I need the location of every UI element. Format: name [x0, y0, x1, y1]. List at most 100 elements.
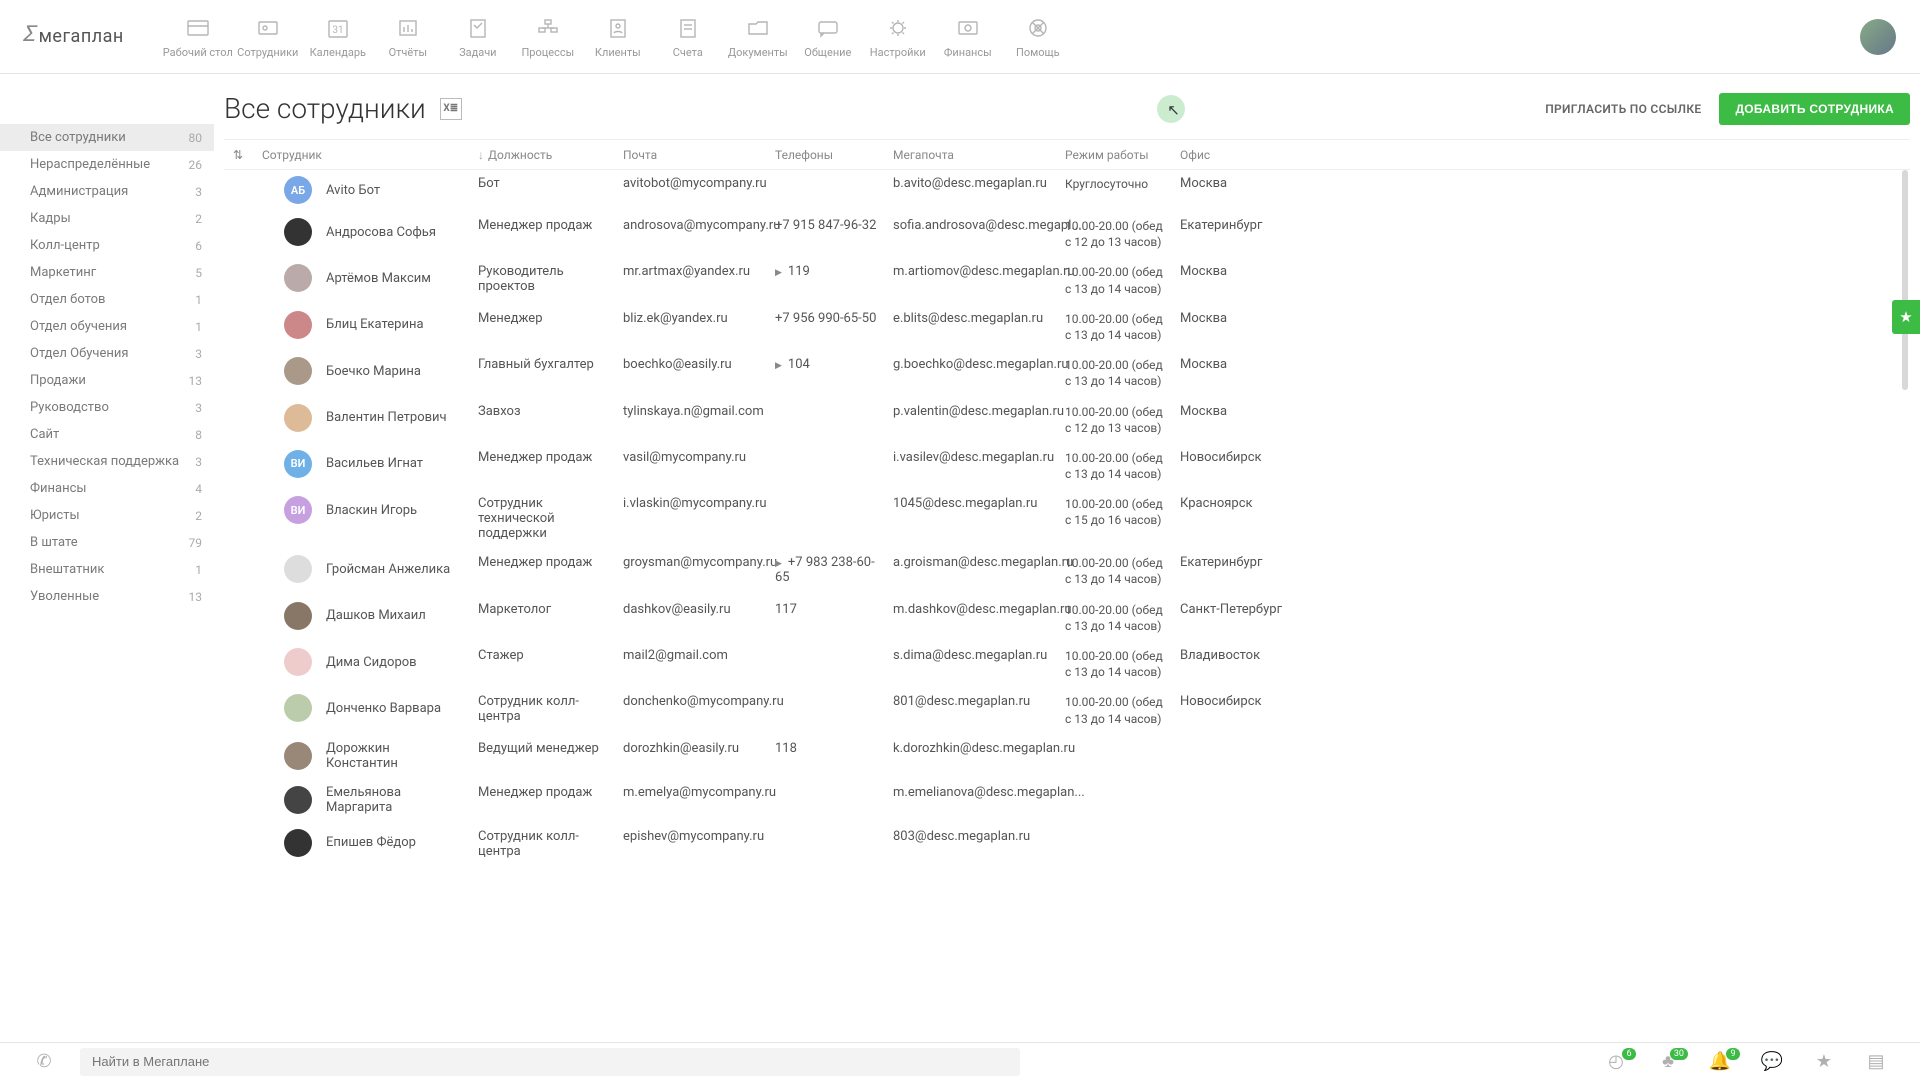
- nav-icon: [740, 14, 776, 42]
- table-row[interactable]: Донченко ВарвараСотрудник колл-центраdon…: [224, 688, 1910, 734]
- sidebar-item-label: Отдел Обучения: [30, 346, 129, 361]
- sidebar-item-label: Кадры: [30, 211, 71, 226]
- sidebar-item[interactable]: Отдел Обучения 3: [0, 340, 214, 367]
- sidebar-item[interactable]: Администрация3: [0, 178, 214, 205]
- column-megamail[interactable]: Мегапочта: [885, 148, 1057, 162]
- nav-item-1[interactable]: Сотрудники: [234, 0, 302, 74]
- notifications-bell-icon[interactable]: 🔔9: [1694, 1051, 1746, 1072]
- mail-cell: tylinskaya.n@gmail.com: [615, 404, 767, 419]
- hot-icon[interactable]: ♣30: [1642, 1051, 1694, 1072]
- megamail-cell: a.groisman@desc.megaplan.ru: [885, 555, 1057, 570]
- svg-text:31: 31: [332, 25, 343, 36]
- nav-item-10[interactable]: Настройки: [864, 0, 932, 74]
- avatar: [284, 555, 312, 583]
- vertical-scrollbar[interactable]: [1902, 170, 1908, 390]
- sidebar-item[interactable]: Маркетинг5: [0, 259, 214, 286]
- nav-item-5[interactable]: Процессы: [514, 0, 582, 74]
- table-settings-icon[interactable]: ⇅: [224, 148, 252, 162]
- avatar: [284, 311, 312, 339]
- sidebar-item-count: 3: [195, 347, 202, 361]
- sidebar-item-count: 1: [195, 320, 202, 334]
- sidebar-item[interactable]: Кадры 2: [0, 205, 214, 232]
- sidebar-item[interactable]: Нераспределённые26: [0, 151, 214, 178]
- reminders-icon[interactable]: ◴6: [1590, 1051, 1642, 1072]
- column-position[interactable]: ↓Должность: [470, 148, 615, 162]
- expand-phone-icon[interactable]: ▶: [775, 361, 782, 371]
- phone-icon[interactable]: ✆: [18, 1051, 70, 1072]
- table-row[interactable]: ВИВласкин ИгорьСотрудник технической под…: [224, 490, 1910, 549]
- expand-phone-icon[interactable]: ▶: [775, 268, 782, 278]
- sidebar-item[interactable]: Финансы4: [0, 475, 214, 502]
- expand-phone-icon[interactable]: ▶: [775, 559, 782, 569]
- sidebar-item-label: Уволенные: [30, 589, 99, 604]
- nav-item-12[interactable]: Помощь: [1004, 0, 1072, 74]
- nav-item-0[interactable]: Рабочий стол: [164, 0, 232, 74]
- column-employee[interactable]: Сотрудник: [252, 148, 470, 162]
- nav-label: Сотрудники: [237, 46, 298, 59]
- sidebar-item-label: Юристы: [30, 508, 80, 523]
- invite-by-link-button[interactable]: ПРИГЛАСИТЬ ПО ССЫЛКЕ: [1545, 102, 1701, 116]
- table-row[interactable]: Андросова СофьяМенеджер продажandrosova@…: [224, 212, 1910, 258]
- sidebar-item-label: Отдел ботов: [30, 292, 105, 307]
- sidebar-item-count: 2: [195, 212, 202, 226]
- export-excel-icon[interactable]: X≣: [440, 98, 462, 120]
- column-office[interactable]: Офис: [1172, 148, 1312, 162]
- sidebar-item[interactable]: В штате79: [0, 529, 214, 556]
- sidebar-item[interactable]: Юристы2: [0, 502, 214, 529]
- nav-item-6[interactable]: Клиенты: [584, 0, 652, 74]
- main-content: Все сотрудники X≣ ↖ ПРИГЛАСИТЬ ПО ССЫЛКЕ…: [214, 74, 1920, 1042]
- nav-item-7[interactable]: Счета: [654, 0, 722, 74]
- mail-cell: dorozhkin@easily.ru: [615, 741, 767, 756]
- table-row[interactable]: Дорожкин КонстантинВедущий менеджерdoroz…: [224, 735, 1910, 779]
- column-schedule[interactable]: Режим работы: [1057, 148, 1172, 162]
- table-row[interactable]: Артёмов МаксимРуководитель проектовmr.ar…: [224, 258, 1910, 304]
- nav-item-2[interactable]: 31Календарь: [304, 0, 372, 74]
- column-mail[interactable]: Почта: [615, 148, 767, 162]
- nav-item-11[interactable]: Финансы: [934, 0, 1002, 74]
- mail-cell: avitobot@mycompany.ru: [615, 176, 767, 191]
- sidebar-item[interactable]: Колл-центр6: [0, 232, 214, 259]
- table-row[interactable]: ВИВасильев ИгнатМенеджер продажvasil@myc…: [224, 444, 1910, 490]
- table-row[interactable]: Валентин ПетровичЗавхозtylinskaya.n@gmai…: [224, 398, 1910, 444]
- table-row[interactable]: АБAvito БотБотavitobot@mycompany.rub.avi…: [224, 170, 1910, 212]
- table-row[interactable]: Епишев ФёдорСотрудник колл-центраepishev…: [224, 823, 1910, 867]
- nav-icon: [600, 14, 636, 42]
- table-row[interactable]: Блиц ЕкатеринаМенеджерbliz.ek@yandex.ru+…: [224, 305, 1910, 351]
- table-row[interactable]: Гройсман АнжеликаМенеджер продажgroysman…: [224, 549, 1910, 595]
- sidebar-item[interactable]: Отдел обучения1: [0, 313, 214, 340]
- megamail-cell: k.dorozhkin@desc.megaplan.ru: [885, 741, 1057, 756]
- messages-icon[interactable]: 💬: [1746, 1051, 1798, 1072]
- library-icon[interactable]: ▤: [1850, 1051, 1902, 1072]
- current-user-avatar[interactable]: [1860, 19, 1896, 55]
- nav-item-9[interactable]: Общение: [794, 0, 862, 74]
- sidebar-item[interactable]: Все сотрудники80: [0, 124, 214, 151]
- table-row[interactable]: Емельянова МаргаритаМенеджер продажm.eme…: [224, 779, 1910, 823]
- add-employee-button[interactable]: ДОБАВИТЬ СОТРУДНИКА: [1719, 93, 1910, 125]
- position-cell: Менеджер продаж: [470, 555, 615, 570]
- nav-item-3[interactable]: Отчёты: [374, 0, 442, 74]
- sidebar-item[interactable]: Продажи13: [0, 367, 214, 394]
- phone-value: +7 983 238-60-65: [775, 555, 875, 585]
- position-cell: Стажер: [470, 648, 615, 663]
- global-search-input[interactable]: [80, 1048, 1020, 1076]
- feedback-star-tab[interactable]: ★: [1892, 300, 1920, 334]
- sidebar-item[interactable]: Техническая поддержка3: [0, 448, 214, 475]
- favorites-star-icon[interactable]: ★: [1798, 1051, 1850, 1072]
- mail-cell: i.vlaskin@mycompany.ru: [615, 496, 767, 511]
- logo[interactable]: Σ мегаплан: [24, 24, 124, 49]
- sidebar-item[interactable]: Уволенные13: [0, 583, 214, 610]
- sidebar-item[interactable]: Сайт8: [0, 421, 214, 448]
- table-row[interactable]: Дима СидоровСтажерmail2@gmail.coms.dima@…: [224, 642, 1910, 688]
- employee-name: Власкин Игорь: [326, 503, 417, 518]
- sidebar-item[interactable]: Отдел ботов1: [0, 286, 214, 313]
- table-row[interactable]: Дашков МихаилМаркетологdashkov@easily.ru…: [224, 596, 1910, 642]
- sidebar-item[interactable]: Руководство3: [0, 394, 214, 421]
- nav-item-8[interactable]: Документы: [724, 0, 792, 74]
- nav-item-4[interactable]: Задачи: [444, 0, 512, 74]
- table-row[interactable]: Боечко МаринаГлавный бухгалтерboechko@ea…: [224, 351, 1910, 397]
- column-phones[interactable]: Телефоны: [767, 148, 885, 162]
- sidebar-item-label: Руководство: [30, 400, 109, 415]
- nav-label: Настройки: [870, 46, 926, 59]
- sidebar-item[interactable]: Внештатник1: [0, 556, 214, 583]
- position-cell: Главный бухгалтер: [470, 357, 615, 372]
